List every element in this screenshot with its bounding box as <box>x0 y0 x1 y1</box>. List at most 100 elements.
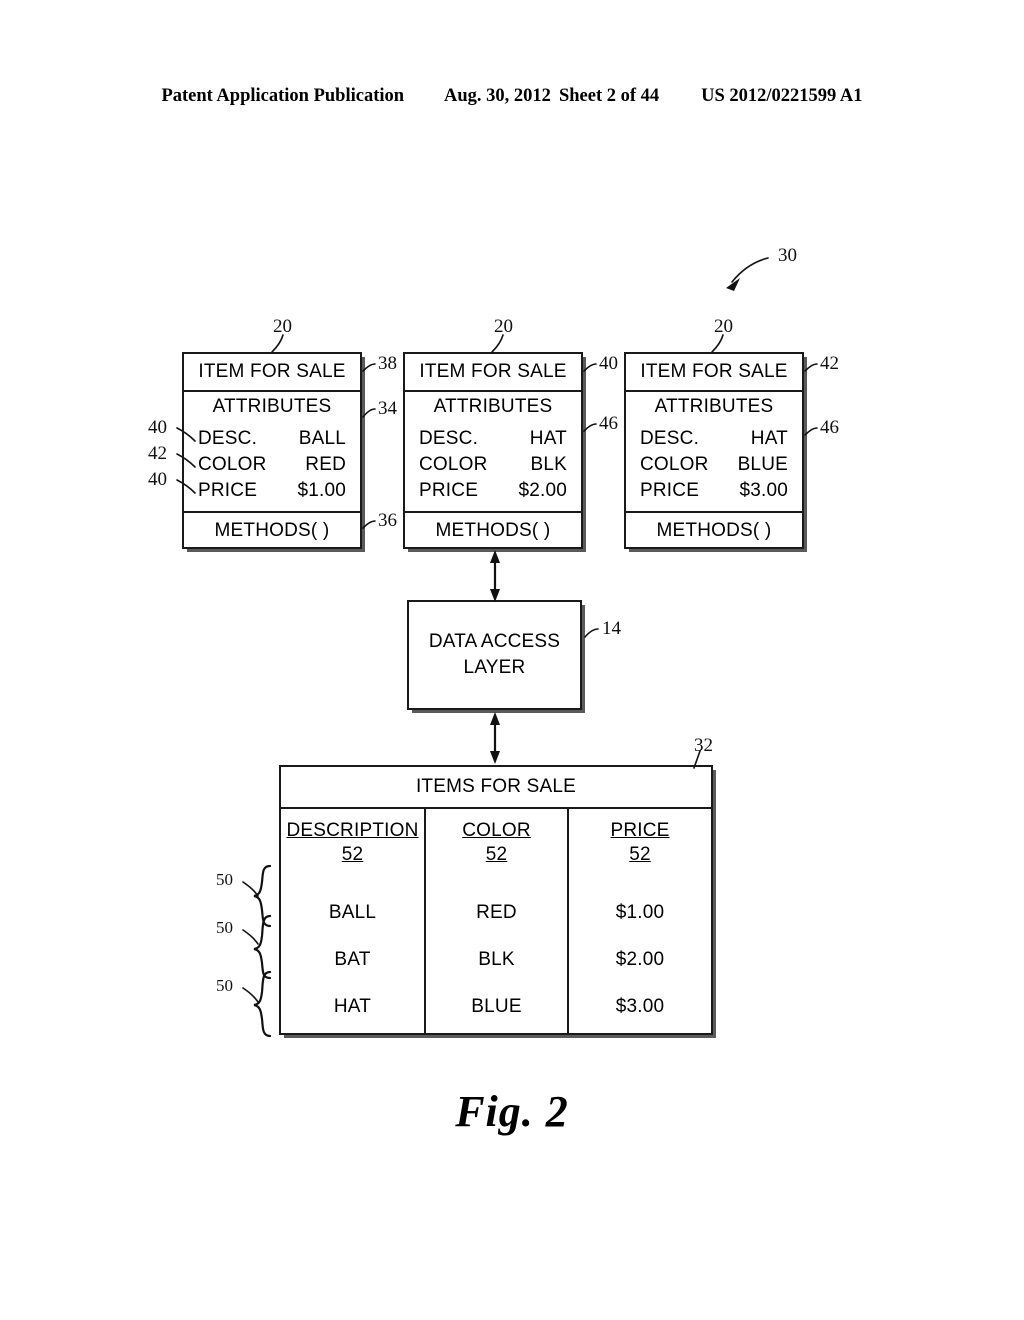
database-column-header: PRICE 52 <box>610 809 669 867</box>
object-1-attr-0-name: DESC. <box>198 427 258 449</box>
leader-ref-50-row1 <box>242 881 259 897</box>
object-2-methods: METHODS( ) <box>435 520 551 541</box>
database-column-header: DESCRIPTION 52 <box>286 809 418 867</box>
object-2-attributes-heading: ATTRIBUTES <box>433 395 553 417</box>
object-2-attr-1-value: BLK <box>530 453 567 475</box>
ref-label-30: 30 <box>778 245 797 266</box>
database-column-price: PRICE 52 $1.00 $2.00 $3.00 <box>569 809 711 1033</box>
object-2-attr-2-name: PRICE <box>419 479 479 501</box>
leader-ref-38 <box>362 363 376 372</box>
table-cell: $2.00 <box>615 948 665 970</box>
object-1-attribute-row: COLOR RED <box>184 452 360 478</box>
object-3-methods: METHODS( ) <box>656 520 772 541</box>
header-patent-number: US 2012/0221599 A1 <box>701 86 863 106</box>
data-access-layer-box: DATA ACCESS LAYER <box>407 600 582 710</box>
object-3-title: ITEM FOR SALE <box>626 354 802 392</box>
leader-ref-14 <box>584 628 599 638</box>
object-2-attr-2-value: $2.00 <box>518 479 567 501</box>
object-1-attributes-heading: ATTRIBUTES <box>212 395 332 417</box>
object-2-attributes-section: ATTRIBUTES DESC. HAT COLOR BLK PRICE $2.… <box>405 392 581 513</box>
ref-label-20-box2: 20 <box>494 316 513 337</box>
brace-row-3 <box>253 970 272 1038</box>
object-1-attr-0-value: BALL <box>298 427 346 449</box>
ref-label-34: 34 <box>378 398 397 419</box>
object-1-attribute-row: DESC. BALL <box>184 426 360 452</box>
table-cell: BLK <box>478 948 515 970</box>
object-3-attribute-row: COLOR BLUE <box>626 452 802 478</box>
database-title: ITEMS FOR SALE <box>281 767 711 809</box>
object-3-attributes-heading: ATTRIBUTES <box>654 395 774 417</box>
object-2-attribute-row: DESC. HAT <box>405 426 581 452</box>
leader-ref-46-box3 <box>804 427 818 436</box>
ref-label-14: 14 <box>602 618 621 639</box>
object-2-attr-0-value: HAT <box>529 427 567 449</box>
object-box-item-1: ITEM FOR SALE ATTRIBUTES DESC. BALL COLO… <box>182 352 362 549</box>
ref-label-36: 36 <box>378 510 397 531</box>
object-1-methods: METHODS( ) <box>214 520 330 541</box>
data-access-layer-label: DATA ACCESS LAYER <box>429 629 560 681</box>
object-3-attr-0-value: HAT <box>750 427 788 449</box>
column-0-name: DESCRIPTION <box>286 820 419 841</box>
database-column-header: COLOR 52 <box>462 809 531 867</box>
ref-label-42-box3: 42 <box>820 353 839 374</box>
ref-label-20-box1: 20 <box>273 316 292 337</box>
column-1-name: COLOR <box>462 820 531 841</box>
object-1-attributes-section: ATTRIBUTES DESC. BALL COLOR RED PRICE $1… <box>184 392 360 513</box>
table-cell: HAT <box>333 995 372 1017</box>
leader-ref-42-box3 <box>804 363 818 372</box>
table-cell: RED <box>476 901 517 923</box>
arrowhead-ref-30 <box>726 278 740 291</box>
leader-ref-34 <box>362 408 376 418</box>
object-3-attribute-row: DESC. HAT <box>626 426 802 452</box>
data-access-layer-line2: LAYER <box>463 657 526 678</box>
leader-ref-50-row3 <box>242 987 259 1003</box>
ref-label-40-desc: 40 <box>148 417 167 438</box>
table-cell: BAT <box>334 948 371 970</box>
column-0-ref: 52 <box>341 844 364 865</box>
object-2-attribute-row: PRICE $2.00 <box>405 478 581 504</box>
object-3-attr-2-value: $3.00 <box>739 479 788 501</box>
ref-label-40-box2: 40 <box>599 353 618 374</box>
ref-label-40-price: 40 <box>148 469 167 490</box>
object-box-item-2: ITEM FOR SALE ATTRIBUTES DESC. HAT COLOR… <box>403 352 583 549</box>
object-box-item-3: ITEM FOR SALE ATTRIBUTES DESC. HAT COLOR… <box>624 352 804 549</box>
ref-label-20-box3: 20 <box>714 316 733 337</box>
ref-label-50-row3: 50 <box>216 976 233 995</box>
header-date: Aug. 30, 2012 <box>444 86 551 106</box>
object-3-attr-0-name: DESC. <box>640 427 700 449</box>
object-3-attribute-row: PRICE $3.00 <box>626 478 802 504</box>
leader-ref-30 <box>731 257 769 283</box>
column-1-ref: 52 <box>485 844 508 865</box>
leader-ref-50-row2 <box>242 929 259 945</box>
ref-label-46-box3: 46 <box>820 417 839 438</box>
ref-label-46-box2: 46 <box>599 413 618 434</box>
database-column-color: COLOR 52 RED BLK BLUE <box>426 809 569 1033</box>
column-2-name: PRICE <box>610 820 670 841</box>
ref-label-38: 38 <box>378 353 397 374</box>
ref-label-42-color: 42 <box>148 443 167 464</box>
ref-label-50-row2: 50 <box>216 918 233 937</box>
object-1-attr-2-value: $1.00 <box>297 479 346 501</box>
object-3-attributes-section: ATTRIBUTES DESC. HAT COLOR BLUE PRICE $3… <box>626 392 802 513</box>
database-table: ITEMS FOR SALE DESCRIPTION 52 BALL BAT H… <box>279 765 713 1035</box>
page-header: Patent Application Publication Aug. 30, … <box>0 86 1024 107</box>
object-2-attr-0-name: DESC. <box>419 427 479 449</box>
leader-ref-40-box2 <box>583 363 597 372</box>
ref-label-32: 32 <box>694 735 713 756</box>
leader-ref-36 <box>362 520 376 529</box>
arrow-objects-to-dal <box>490 550 500 602</box>
object-1-attr-2-name: PRICE <box>198 479 258 501</box>
header-publication: Patent Application Publication <box>161 86 405 106</box>
leader-ref-46-box2 <box>583 423 597 432</box>
object-1-attr-1-name: COLOR <box>198 453 267 475</box>
table-cell: $3.00 <box>615 995 665 1017</box>
table-cell: BALL <box>328 901 377 923</box>
object-2-title: ITEM FOR SALE <box>405 354 581 392</box>
object-3-attr-2-name: PRICE <box>640 479 700 501</box>
table-cell: $1.00 <box>615 901 665 923</box>
data-access-layer-line1: DATA ACCESS <box>428 631 561 652</box>
object-1-title: ITEM FOR SALE <box>184 354 360 392</box>
database-body: DESCRIPTION 52 BALL BAT HAT COLOR 52 RED… <box>281 809 711 1033</box>
object-3-attr-1-value: BLUE <box>737 453 788 475</box>
column-2-ref: 52 <box>629 844 651 865</box>
